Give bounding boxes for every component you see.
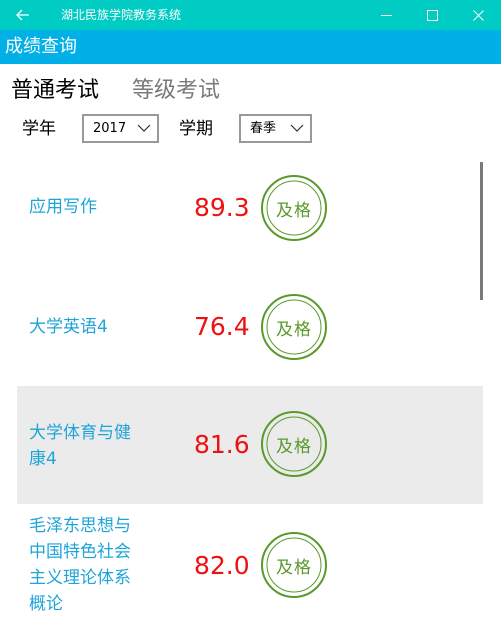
page-title: 成绩查询 (5, 36, 77, 57)
term-select-value: 春季 (250, 121, 277, 136)
close-button[interactable] (455, 0, 501, 30)
stamp-text: 及格 (276, 436, 312, 457)
tab-level-exams[interactable]: 等级考试 (132, 76, 220, 106)
year-label: 学年 (22, 119, 56, 139)
year-select[interactable]: 2017 (82, 114, 159, 143)
tab-regular-exams[interactable]: 普通考试 (11, 76, 99, 106)
maximize-button[interactable] (409, 0, 455, 30)
minimize-icon (380, 14, 392, 16)
year-select-value: 2017 (93, 121, 127, 136)
course-name: 毛泽东思想与中国特色社会主义理论体系概论 (29, 516, 131, 614)
chevron-down-icon (290, 124, 304, 132)
list-item[interactable]: 毛泽东思想与中国特色社会主义理论体系概论 82.0 及格 (17, 505, 483, 630)
course-name: 大学英语4 (29, 317, 108, 337)
term-select[interactable]: 春季 (239, 114, 312, 143)
app-title: 湖北民族学院教务系统 (61, 8, 182, 22)
stamp-text: 及格 (276, 557, 312, 578)
score: 89.3 (194, 193, 250, 222)
vertical-scrollbar[interactable] (480, 162, 483, 300)
chevron-down-icon (137, 124, 151, 132)
course-name: 大学体育与健康4 (29, 423, 131, 469)
minimize-button[interactable] (363, 0, 409, 30)
pass-stamp: 及格 (260, 531, 328, 599)
pass-stamp: 及格 (260, 174, 328, 242)
page-header: 成绩查询 (0, 30, 501, 64)
term-label: 学期 (179, 119, 213, 139)
score: 82.0 (194, 551, 250, 580)
score: 81.6 (194, 430, 250, 459)
course-name: 应用写作 (29, 197, 97, 217)
pass-stamp: 及格 (260, 293, 328, 361)
pass-stamp: 及格 (260, 410, 328, 478)
score: 76.4 (194, 312, 250, 341)
list-item[interactable]: 大学英语4 76.4 及格 (17, 265, 483, 385)
maximize-icon (426, 9, 438, 21)
back-button[interactable] (0, 0, 46, 30)
close-icon (472, 9, 484, 21)
window-title-bar: 湖北民族学院教务系统 (0, 0, 501, 30)
stamp-text: 及格 (276, 319, 312, 340)
list-item[interactable]: 应用写作 89.3 及格 (17, 150, 483, 265)
back-arrow-icon (16, 9, 29, 21)
stamp-text: 及格 (276, 200, 312, 221)
list-item-selected[interactable]: 大学体育与健康4 81.6 及格 (17, 386, 483, 504)
